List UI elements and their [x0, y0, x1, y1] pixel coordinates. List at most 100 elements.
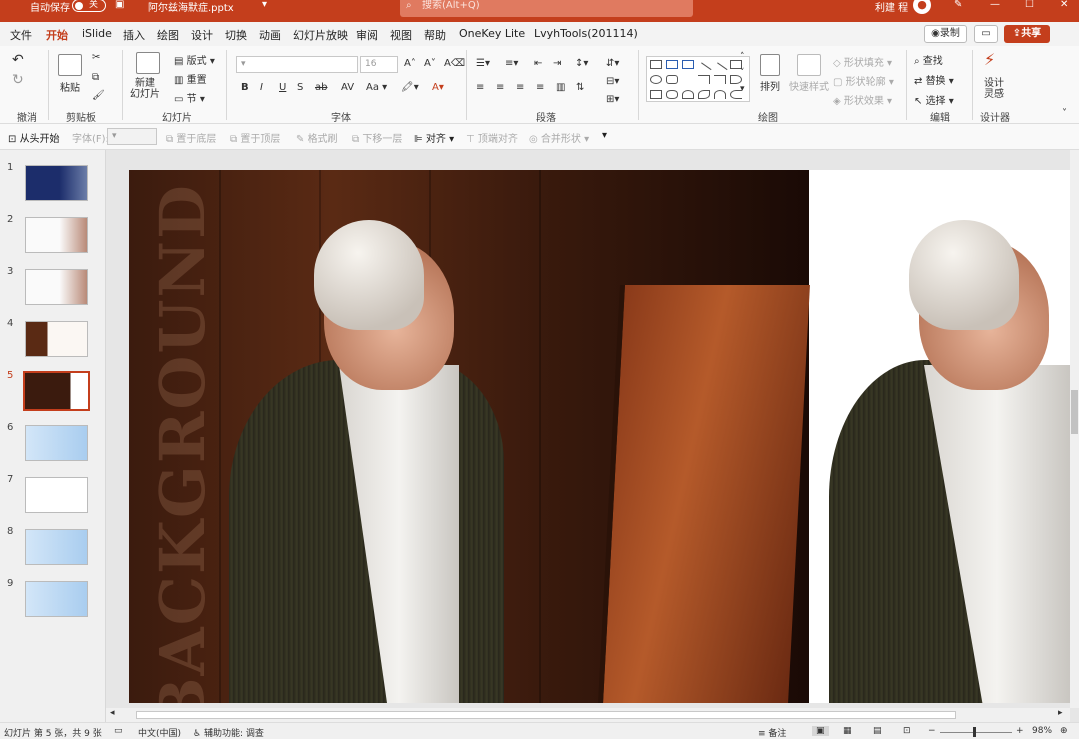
align-button[interactable]: ⊫ 对齐 ▾	[414, 130, 454, 145]
tab-insert[interactable]: 插入	[123, 27, 145, 43]
clear-format-icon[interactable]: A⌫	[444, 58, 465, 69]
slide-thumbnail-9[interactable]	[25, 581, 88, 617]
align-text-icon[interactable]: ⊟▾	[606, 76, 619, 87]
align-top-button[interactable]: ⊤ 顶端对齐	[466, 130, 518, 145]
triangle-shape-icon[interactable]	[682, 75, 694, 84]
tab-design[interactable]: 设计	[191, 27, 213, 43]
language-indicator[interactable]: 中文(中国)	[138, 726, 181, 739]
zoom-in-icon[interactable]: +	[1016, 726, 1024, 736]
elbow-connector-shape-icon[interactable]	[714, 75, 726, 84]
share-button[interactable]: ⇪共享	[1004, 25, 1050, 43]
gallery-up-icon[interactable]: ˄	[740, 52, 745, 62]
slide-thumbnail-2[interactable]	[25, 217, 88, 253]
font-size-combo[interactable]: 16	[360, 56, 398, 73]
zoom-slider[interactable]	[940, 732, 1012, 733]
freeform-shape-icon[interactable]	[666, 90, 678, 99]
fit-to-window-icon[interactable]: ⊕	[1060, 726, 1068, 736]
minimize-icon[interactable]: —	[990, 0, 1000, 10]
slide-thumbnail-5[interactable]	[23, 371, 90, 411]
font-name-combo[interactable]: ▾	[236, 56, 358, 73]
chevron-down-icon[interactable]: ▾	[262, 0, 267, 10]
undo-icon[interactable]: ↶	[12, 52, 24, 68]
tab-islide[interactable]: iSlide	[82, 27, 112, 40]
file-name[interactable]: 阿尔兹海默症.pptx	[148, 0, 234, 14]
tab-home[interactable]: 开始	[46, 27, 68, 49]
background-photo[interactable]: BACKGROUND	[129, 170, 810, 703]
line-spacing-icon[interactable]: ↕▾	[575, 58, 588, 69]
send-backward-button[interactable]: ⧉ 下移一层	[352, 130, 402, 145]
select-button[interactable]: ↖ 选择 ▾	[914, 92, 954, 107]
change-case-icon[interactable]: Aa ▾	[366, 82, 387, 93]
new-slide-button[interactable]: 新建 幻灯片	[130, 78, 160, 100]
textbox-shape-icon[interactable]	[666, 60, 678, 69]
zoom-slider-knob[interactable]	[973, 727, 976, 737]
find-button[interactable]: ⌕ 查找	[914, 52, 943, 67]
tab-transitions[interactable]: 切换	[225, 27, 247, 43]
underline-icon[interactable]: U	[279, 82, 286, 93]
slide-thumbnail-4[interactable]	[25, 321, 88, 357]
close-icon[interactable]: ✕	[1060, 0, 1068, 10]
align-left-icon[interactable]: ≡	[476, 82, 484, 93]
font-color-icon[interactable]: A▾	[432, 82, 444, 93]
oval-shape-icon[interactable]	[650, 75, 662, 84]
gallery-more-icon[interactable]: ▾	[740, 84, 745, 94]
section-button[interactable]: ▭ 节 ▾	[174, 90, 205, 105]
quick-style-icon[interactable]	[797, 54, 821, 76]
bring-to-front-button[interactable]: ⧉ 置于顶层	[230, 130, 280, 145]
format-painter-button[interactable]: ✎ 格式刷	[296, 130, 338, 145]
align-right-icon[interactable]: ≡	[516, 82, 524, 93]
scribble-shape-icon[interactable]	[698, 90, 710, 99]
slide-thumbnail-3[interactable]	[25, 269, 88, 305]
increase-font-icon[interactable]: A˄	[404, 58, 416, 69]
arrange-icon[interactable]	[760, 54, 780, 76]
tab-onekey[interactable]: OneKey Lite	[459, 27, 525, 40]
layout-button[interactable]: ▤ 版式 ▾	[174, 52, 215, 67]
tab-file[interactable]: 文件	[10, 27, 32, 43]
strikethrough-icon[interactable]: ab	[315, 82, 327, 93]
sort-icon[interactable]: ⇵▾	[606, 58, 619, 69]
replace-button[interactable]: ⇄ 替换 ▾	[914, 72, 954, 87]
rounded-rect-shape-icon[interactable]	[666, 75, 678, 84]
background-watermark-text[interactable]: BACKGROUND	[146, 183, 219, 703]
vertical-scroll-thumb[interactable]	[1071, 390, 1078, 434]
bold-icon[interactable]: B	[241, 82, 249, 93]
merge-shapes-button[interactable]: ◎ 合并形状 ▾	[529, 130, 589, 145]
gallery-down-icon[interactable]: ˅	[740, 68, 745, 78]
collapse-ribbon-icon[interactable]: ˅	[1062, 108, 1067, 119]
tab-animations[interactable]: 动画	[259, 27, 281, 43]
reading-view-icon[interactable]: ▤	[873, 726, 882, 736]
scroll-right-icon[interactable]: ▸	[1058, 708, 1063, 718]
vertical-scrollbar[interactable]	[1070, 150, 1079, 708]
shapes-gallery[interactable]	[646, 56, 750, 102]
justify-icon[interactable]: ≡	[536, 82, 544, 93]
zoom-out-icon[interactable]: −	[928, 726, 936, 736]
slideshow-view-icon[interactable]: ⊡	[903, 726, 911, 736]
columns-icon[interactable]: ▥	[556, 82, 565, 93]
shape-effect-button[interactable]: ◈ 形状效果 ▾	[833, 92, 892, 107]
copy-icon[interactable]: ⧉	[92, 72, 99, 83]
vertical-textbox-shape-icon[interactable]	[682, 60, 694, 69]
italic-icon[interactable]: I	[260, 82, 263, 93]
indent-more-icon[interactable]: ⇥	[553, 58, 561, 69]
text-direction-icon[interactable]: ⇅	[576, 82, 584, 93]
current-slide[interactable]: BACKGROUND	[129, 170, 1070, 703]
rectangle-shape-icon[interactable]	[650, 60, 662, 69]
customize-toolbar-icon[interactable]: ▾	[602, 130, 607, 141]
slide-sorter-icon[interactable]: ▦	[843, 726, 852, 736]
decrease-font-icon[interactable]: A˅	[424, 58, 436, 69]
tab-help[interactable]: 帮助	[424, 27, 446, 43]
spellcheck-icon[interactable]: ▭	[114, 726, 123, 736]
font-combo[interactable]: ▾	[107, 128, 157, 145]
char-spacing-icon[interactable]: AV	[341, 82, 354, 93]
save-icon[interactable]: ▣	[115, 0, 124, 10]
zoom-level[interactable]: 98%	[1032, 726, 1052, 736]
format-painter-icon[interactable]: 🖌	[92, 90, 105, 101]
normal-view-icon[interactable]: ▣	[812, 726, 829, 736]
reset-button[interactable]: ▥ 重置	[174, 71, 207, 86]
maximize-icon[interactable]: ☐	[1025, 0, 1034, 10]
cut-icon[interactable]: ✂	[92, 52, 100, 63]
curve-shape-icon[interactable]	[682, 90, 694, 99]
designer-icon[interactable]: ⚡	[984, 50, 995, 69]
autosave-toggle[interactable]: 关	[72, 0, 106, 12]
paste-icon[interactable]	[58, 54, 82, 76]
